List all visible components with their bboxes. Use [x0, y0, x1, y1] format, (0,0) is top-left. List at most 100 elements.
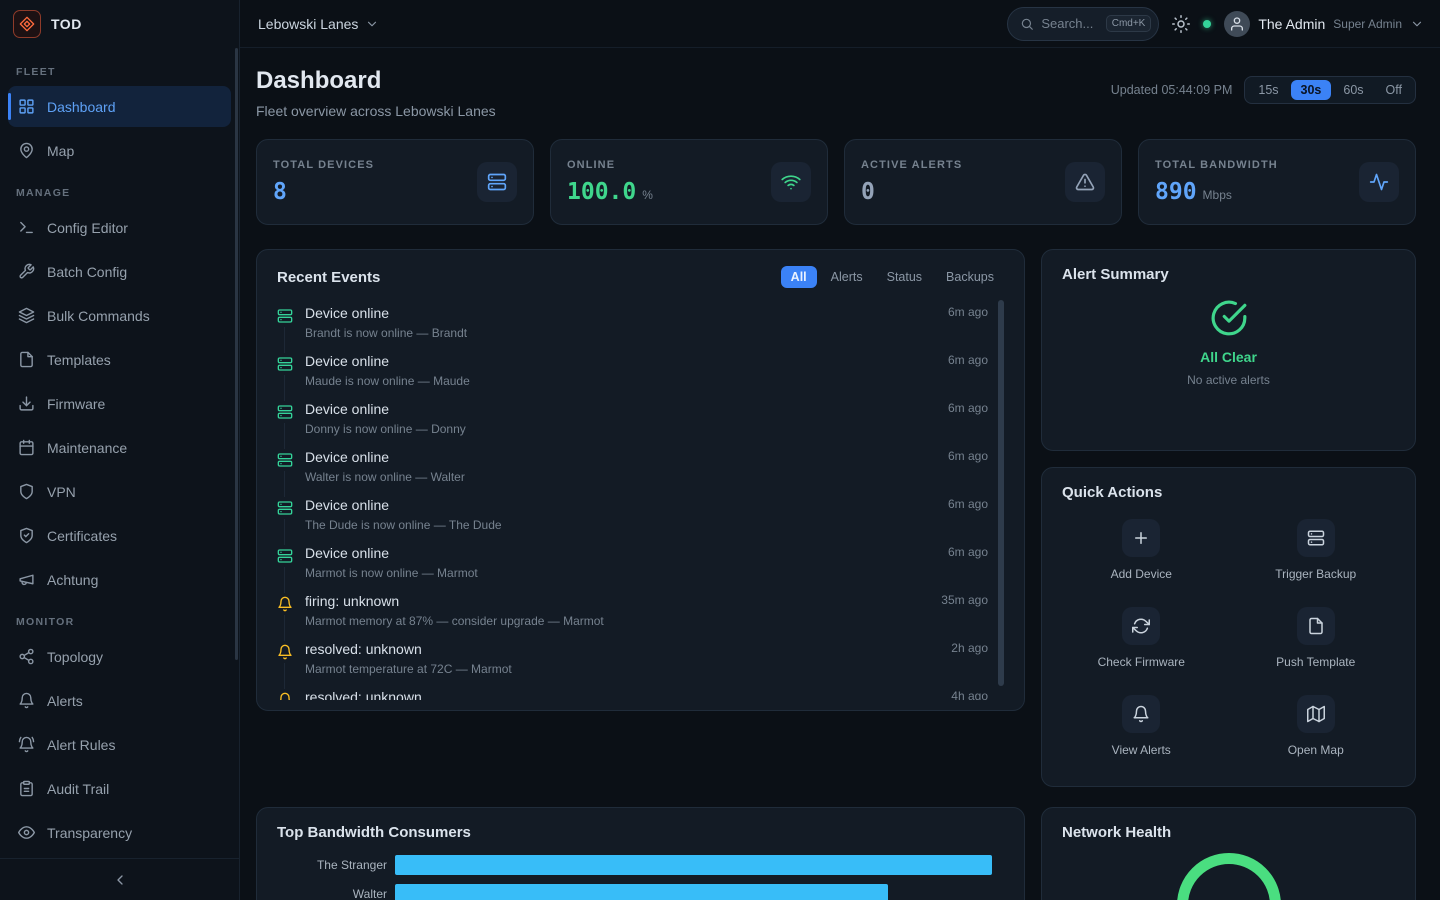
- sun-icon: [1172, 15, 1190, 33]
- tab-alerts[interactable]: Alerts: [821, 266, 873, 288]
- list-item[interactable]: Device online Brandt is now online — Bra…: [277, 298, 988, 346]
- search-shortcut-badge: Cmd+K: [1106, 15, 1152, 32]
- event-title: resolved: unknown: [305, 641, 927, 658]
- server-icon: [277, 401, 293, 423]
- sidebar-item-bulk-commands[interactable]: Bulk Commands: [8, 295, 231, 336]
- page-subtitle: Fleet overview across Lebowski Lanes: [256, 101, 496, 121]
- event-time: 6m ago: [948, 449, 988, 483]
- alert-note-text: No active alerts: [1187, 373, 1270, 387]
- event-main: resolved: unknown: [305, 689, 927, 700]
- topbar-right: Search... Cmd+K The Admin Super Admin: [1007, 7, 1424, 41]
- theme-toggle-button[interactable]: [1172, 15, 1190, 33]
- server-icon: [277, 545, 293, 567]
- map-icon: [1297, 695, 1335, 733]
- event-title: Device online: [305, 497, 924, 514]
- plus-icon: [1122, 519, 1160, 557]
- sidebar-item-label: Dashboard: [47, 99, 116, 115]
- brand[interactable]: TOD: [0, 0, 239, 48]
- trigger-backup-button[interactable]: Trigger Backup: [1237, 519, 1396, 581]
- stat-cards: TOTAL DEVICES 8 ONLINE 100.0 %: [256, 139, 1416, 225]
- event-title: Device online: [305, 353, 924, 370]
- bandwidth-chart: The Stranger Walter: [277, 855, 1004, 900]
- sidebar-item-label: Achtung: [47, 572, 98, 588]
- event-main: Device online The Dude is now online — T…: [305, 497, 924, 531]
- sidebar-item-firmware[interactable]: Firmware: [8, 383, 231, 424]
- event-list-scrollbar[interactable]: [998, 300, 1004, 686]
- sidebar-item-label: Firmware: [47, 396, 105, 412]
- list-item[interactable]: Device online The Dude is now online — T…: [277, 490, 988, 538]
- sidebar-item-templates[interactable]: Templates: [8, 339, 231, 380]
- user-menu[interactable]: The Admin Super Admin: [1224, 11, 1424, 37]
- chevron-down-icon: [1410, 17, 1424, 31]
- refresh-option-off[interactable]: Off: [1376, 80, 1412, 100]
- refresh-option-60s[interactable]: 60s: [1333, 80, 1373, 100]
- check-firmware-button[interactable]: Check Firmware: [1062, 607, 1221, 669]
- sidebar-item-vpn[interactable]: VPN: [8, 471, 231, 512]
- stat-text: TOTAL DEVICES 8: [273, 159, 374, 205]
- bell-ring-icon: [18, 736, 35, 753]
- list-item[interactable]: Device online Walter is now online — Wal…: [277, 442, 988, 490]
- list-item[interactable]: resolved: unknown Marmot temperature at …: [277, 634, 988, 682]
- tab-all[interactable]: All: [781, 266, 817, 288]
- refresh-option-15s[interactable]: 15s: [1248, 80, 1288, 100]
- layers-icon: [18, 307, 35, 324]
- list-item[interactable]: Device online Marmot is now online — Mar…: [277, 538, 988, 586]
- stat-text: ACTIVE ALERTS 0: [861, 159, 962, 205]
- server-icon: [277, 449, 293, 471]
- sidebar-item-config-editor[interactable]: Config Editor: [8, 207, 231, 248]
- open-map-button[interactable]: Open Map: [1237, 695, 1396, 757]
- add-device-button[interactable]: Add Device: [1062, 519, 1221, 581]
- nav-section-manage: MANAGE: [16, 187, 223, 199]
- sidebar-item-dashboard[interactable]: Dashboard: [8, 86, 231, 127]
- list-item[interactable]: Device online Donny is now online — Donn…: [277, 394, 988, 442]
- sidebar-item-maintenance[interactable]: Maintenance: [8, 427, 231, 468]
- sidebar-item-audit-trail[interactable]: Audit Trail: [8, 768, 231, 809]
- eye-icon: [18, 824, 35, 841]
- user-icon: [1229, 16, 1245, 32]
- nav-section-monitor: MONITOR: [16, 616, 223, 628]
- network-icon: [18, 648, 35, 665]
- list-item[interactable]: resolved: unknown 4h ago: [277, 682, 988, 700]
- bandwidth-title: Top Bandwidth Consumers: [277, 824, 471, 841]
- sidebar-item-map[interactable]: Map: [8, 130, 231, 171]
- view-alerts-button[interactable]: View Alerts: [1062, 695, 1221, 757]
- megaphone-icon: [18, 571, 35, 588]
- event-time: 2h ago: [951, 641, 988, 675]
- file-icon: [1297, 607, 1335, 645]
- sidebar-scrollbar[interactable]: [235, 48, 238, 660]
- sidebar-item-transparency[interactable]: Transparency: [8, 812, 231, 853]
- nav-section-fleet: FLEET: [16, 66, 223, 78]
- bar-track: [395, 884, 1004, 900]
- grid-icon: [18, 98, 35, 115]
- alert-status-text: All Clear: [1200, 349, 1257, 365]
- sidebar-item-batch-config[interactable]: Batch Config: [8, 251, 231, 292]
- stat-value-row: 100.0 %: [567, 179, 653, 205]
- quick-action-label: View Alerts: [1112, 743, 1171, 757]
- sidebar-item-topology[interactable]: Topology: [8, 636, 231, 677]
- event-time: 6m ago: [948, 305, 988, 339]
- tab-backups[interactable]: Backups: [936, 266, 1004, 288]
- quick-actions-title: Quick Actions: [1062, 484, 1162, 501]
- sidebar-item-alert-rules[interactable]: Alert Rules: [8, 724, 231, 765]
- refresh-interval-control: 15s 30s 60s Off: [1244, 76, 1416, 104]
- stat-value: 0: [861, 179, 875, 205]
- check-circle-icon: [1210, 299, 1248, 337]
- org-switcher[interactable]: Lebowski Lanes: [258, 16, 379, 32]
- sidebar-collapse-button[interactable]: [0, 858, 239, 900]
- push-template-button[interactable]: Push Template: [1237, 607, 1396, 669]
- refresh-option-30s[interactable]: 30s: [1291, 80, 1332, 100]
- sidebar-item-alerts[interactable]: Alerts: [8, 680, 231, 721]
- search-input[interactable]: Search... Cmd+K: [1007, 7, 1159, 41]
- quick-action-label: Open Map: [1288, 743, 1344, 757]
- sidebar-item-achtung[interactable]: Achtung: [8, 559, 231, 600]
- stat-online: ONLINE 100.0 %: [550, 139, 828, 225]
- bandwidth-row: The Stranger: [277, 855, 1004, 875]
- event-filter-tabs: All Alerts Status Backups: [781, 266, 1004, 288]
- tab-status[interactable]: Status: [877, 266, 932, 288]
- clipboard-icon: [18, 780, 35, 797]
- list-item[interactable]: firing: unknown Marmot memory at 87% — c…: [277, 586, 988, 634]
- brand-name: TOD: [51, 16, 82, 32]
- list-item[interactable]: Device online Maude is now online — Maud…: [277, 346, 988, 394]
- sidebar-item-certificates[interactable]: Certificates: [8, 515, 231, 556]
- page-head: Dashboard Fleet overview across Lebowski…: [256, 66, 1416, 121]
